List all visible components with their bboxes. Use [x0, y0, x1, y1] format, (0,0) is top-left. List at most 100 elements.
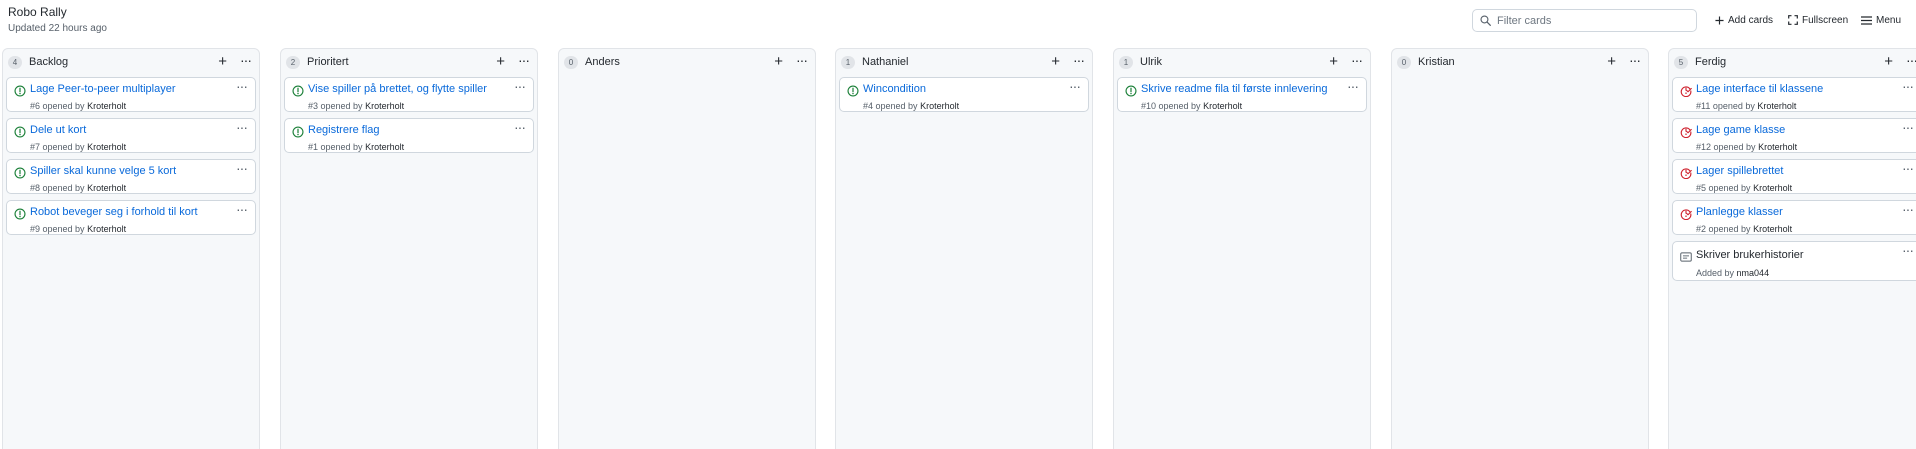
add-card-icon[interactable]: +: [218, 54, 227, 70]
column-header: 5 Ferdig + ···: [1669, 49, 1916, 77]
menu-button[interactable]: Menu: [1861, 11, 1901, 29]
card-title[interactable]: Registrere flag: [308, 124, 380, 136]
column-header: 4 Backlog + ···: [3, 49, 259, 77]
card-menu-icon[interactable]: ···: [1902, 243, 1914, 257]
column-menu-icon[interactable]: ···: [1351, 52, 1363, 68]
issue-card[interactable]: Robot beveger seg i forhold til kort #9 o…: [6, 200, 256, 235]
card-author[interactable]: Kroterholt: [365, 101, 404, 111]
issue-card[interactable]: Lage interface til klassene #11 opened by…: [1672, 77, 1916, 112]
issue-card[interactable]: Dele ut kort #7 opened by Kroterholt ···: [6, 118, 256, 153]
card-menu-icon[interactable]: ···: [1347, 79, 1359, 93]
card-title[interactable]: Planlegge klasser: [1696, 206, 1783, 218]
card-author[interactable]: nma044: [1737, 268, 1770, 278]
column-header: 0 Anders + ···: [559, 49, 815, 77]
issue-card[interactable]: Spiller skal kunne velge 5 kort #8 opened…: [6, 159, 256, 194]
card-author[interactable]: Kroterholt: [1757, 101, 1796, 111]
add-card-icon[interactable]: +: [1329, 54, 1338, 70]
card-meta-text: #7 opened by: [30, 142, 85, 152]
card-meta: #9 opened by Kroterholt: [30, 224, 126, 234]
column-menu-icon[interactable]: ···: [518, 52, 530, 68]
column-ulrik: 1 Ulrik + ··· Skrive readme fila til første …: [1113, 48, 1371, 449]
card-meta: #3 opened by Kroterholt: [308, 101, 404, 111]
issue-card[interactable]: Planlegge klasser #2 opened by Kroterholt…: [1672, 200, 1916, 235]
card-menu-icon[interactable]: ···: [514, 120, 526, 134]
fullscreen-button[interactable]: Fullscreen: [1788, 11, 1848, 29]
card-author[interactable]: Kroterholt: [87, 101, 126, 111]
card-author[interactable]: Kroterholt: [1753, 183, 1792, 193]
add-card-icon[interactable]: +: [1051, 54, 1060, 70]
issue-card[interactable]: Skrive readme fila til første innleverin…: [1117, 77, 1367, 112]
card-menu-icon[interactable]: ···: [1902, 79, 1914, 93]
add-card-icon[interactable]: +: [1884, 54, 1893, 70]
card-menu-icon[interactable]: ···: [236, 79, 248, 93]
card-title[interactable]: Lage game klasse: [1696, 124, 1785, 136]
column-menu-icon[interactable]: ···: [240, 52, 252, 68]
issue-card[interactable]: Lage Peer-to-peer multiplayer #6 opened b…: [6, 77, 256, 112]
card-title[interactable]: Vise spiller på brettet, og flytte spill…: [308, 83, 487, 95]
column-card-count: 0: [564, 56, 578, 69]
card-menu-icon[interactable]: ···: [1069, 79, 1081, 93]
card-meta-text: #5 opened by: [1696, 183, 1751, 193]
issue-opened-icon: [14, 208, 26, 220]
add-card-icon[interactable]: +: [496, 54, 505, 70]
card-title[interactable]: Wincondition: [863, 83, 926, 95]
column-card-count: 0: [1397, 56, 1411, 69]
card-title[interactable]: Spiller skal kunne velge 5 kort: [30, 165, 176, 177]
issue-card[interactable]: Wincondition #4 opened by Kroterholt ···: [839, 77, 1089, 112]
card-menu-icon[interactable]: ···: [236, 120, 248, 134]
issue-opened-icon: [292, 126, 304, 138]
column-card-count: 2: [286, 56, 300, 69]
column-menu-icon[interactable]: ···: [796, 52, 808, 68]
card-menu-icon[interactable]: ···: [236, 202, 248, 216]
add-card-icon[interactable]: +: [1607, 54, 1616, 70]
card-menu-icon[interactable]: ···: [1902, 120, 1914, 134]
card-menu-icon[interactable]: ···: [1902, 202, 1914, 216]
fullscreen-icon: [1788, 15, 1798, 25]
card-menu-icon[interactable]: ···: [236, 161, 248, 175]
column-card-count: 4: [8, 56, 22, 69]
card-author[interactable]: Kroterholt: [1203, 101, 1242, 111]
issue-card[interactable]: Registrere flag #1 opened by Kroterholt ··…: [284, 118, 534, 153]
card-author[interactable]: Kroterholt: [1758, 142, 1797, 152]
column-card-count: 1: [841, 56, 855, 69]
card-menu-icon[interactable]: ···: [1902, 161, 1914, 175]
column-header: 2 Prioritert + ···: [281, 49, 537, 77]
card-author[interactable]: Kroterholt: [87, 183, 126, 193]
column-menu-icon[interactable]: ···: [1073, 52, 1085, 68]
menu-label: Menu: [1876, 14, 1902, 26]
issue-card[interactable]: Lage game klasse #12 opened by Kroterholt…: [1672, 118, 1916, 153]
card-title[interactable]: Lage interface til klassene: [1696, 83, 1823, 95]
card-menu-icon[interactable]: ···: [514, 79, 526, 93]
card-author[interactable]: Kroterholt: [87, 224, 126, 234]
card-meta-text: Added by: [1696, 268, 1735, 278]
column-header: 1 Nathaniel + ···: [836, 49, 1092, 77]
card-title[interactable]: Lager spillebrettet: [1696, 165, 1783, 177]
column-menu-icon[interactable]: ···: [1906, 52, 1916, 68]
add-cards-button[interactable]: Add cards: [1715, 11, 1773, 29]
note-card[interactable]: Skriver brukerhistorier Added by nma044 ··…: [1672, 241, 1916, 281]
column-ferdig: 5 Ferdig + ··· Lage interface til klassene #1…: [1668, 48, 1916, 449]
add-card-icon[interactable]: +: [774, 54, 783, 70]
card-title[interactable]: Lage Peer-to-peer multiplayer: [30, 83, 176, 95]
column-menu-icon[interactable]: ···: [1629, 52, 1641, 68]
card-author[interactable]: Kroterholt: [1753, 224, 1792, 234]
card-meta: #8 opened by Kroterholt: [30, 183, 126, 193]
card-author[interactable]: Kroterholt: [365, 142, 404, 152]
issue-card[interactable]: Lager spillebrettet #5 opened by Kroterho…: [1672, 159, 1916, 194]
filter-cards-input[interactable]: [1497, 12, 1692, 29]
filter-cards-field[interactable]: [1472, 9, 1697, 32]
card-author[interactable]: Kroterholt: [87, 142, 126, 152]
card-meta-text: #9 opened by: [30, 224, 85, 234]
column-card-count: 1: [1119, 56, 1133, 69]
card-meta-text: #10 opened by: [1141, 101, 1201, 111]
column-anders: 0 Anders + ···: [558, 48, 816, 449]
card-meta: #6 opened by Kroterholt: [30, 101, 126, 111]
card-meta: #4 opened by Kroterholt: [863, 101, 959, 111]
card-title[interactable]: Skrive readme fila til første innleverin…: [1141, 83, 1327, 95]
issue-card[interactable]: Vise spiller på brettet, og flytte spill…: [284, 77, 534, 112]
card-meta-text: #3 opened by: [308, 101, 363, 111]
card-title[interactable]: Dele ut kort: [30, 124, 86, 136]
card-author[interactable]: Kroterholt: [920, 101, 959, 111]
card-title[interactable]: Robot beveger seg i forhold til kort: [30, 206, 198, 218]
card-meta: Added by nma044: [1696, 268, 1769, 278]
